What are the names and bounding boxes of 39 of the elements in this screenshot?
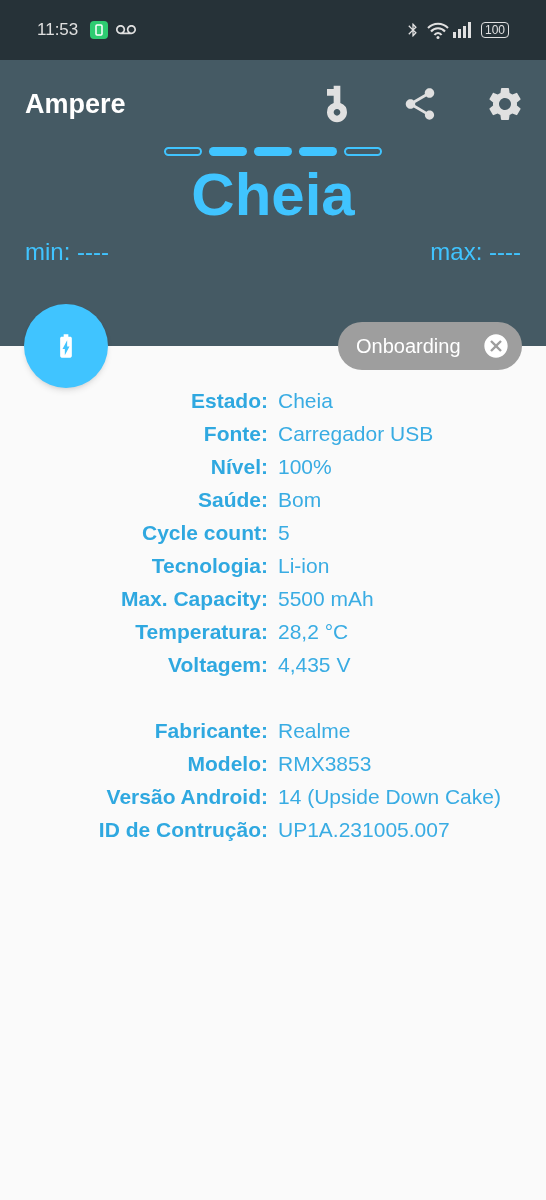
chip-label: Onboarding: [356, 334, 462, 359]
info-value: RMX3853: [277, 750, 373, 777]
status-time: 11:53: [37, 19, 79, 42]
info-value: 100%: [277, 453, 333, 480]
close-icon[interactable]: [482, 332, 510, 360]
info-label: Voltagem:: [167, 651, 268, 678]
info-label: Cycle count:: [140, 519, 268, 546]
min-reading: min: ----: [25, 237, 109, 267]
onboarding-chip[interactable]: Onboarding: [338, 322, 522, 370]
info-value: Bom: [277, 486, 323, 513]
info-value: 5: [277, 519, 291, 546]
info-label: Modelo:: [186, 750, 268, 777]
info-label: Estado:: [190, 387, 268, 414]
info-label: Temperatura:: [134, 618, 268, 645]
info-label: Saúde:: [197, 486, 268, 513]
info-value: 4,435 V: [277, 651, 352, 678]
wifi-icon: [426, 21, 449, 39]
app-title: Ampere: [25, 87, 127, 121]
info-value: Li-ion: [277, 552, 331, 579]
info-label: Max. Capacity:: [119, 585, 268, 612]
info-value: UP1A.231005.007: [277, 816, 451, 843]
battery-fab[interactable]: [24, 304, 108, 388]
info-value: Cheia: [277, 387, 334, 414]
info-label: Versão Android:: [105, 783, 268, 810]
signal-icon: [452, 22, 473, 38]
info-value: Carregador USB: [277, 420, 435, 447]
info-label: Fabricante:: [153, 717, 268, 744]
info-value: 14 (Upside Down Cake): [277, 783, 502, 810]
info-label: Fonte:: [202, 420, 268, 447]
max-reading: max: ----: [430, 237, 521, 267]
battery-indicator: 100: [480, 22, 509, 38]
battery-notification-icon: [90, 21, 109, 39]
info-value: Realme: [277, 717, 352, 744]
info-label: Tecnologia:: [150, 552, 268, 579]
info-value: 28,2 °C: [277, 618, 350, 645]
battery-state: Cheia: [191, 160, 355, 230]
info-value: 5500 mAh: [277, 585, 375, 612]
info-label: Nível:: [209, 453, 268, 480]
info-label: ID de Contrução:: [97, 816, 268, 843]
